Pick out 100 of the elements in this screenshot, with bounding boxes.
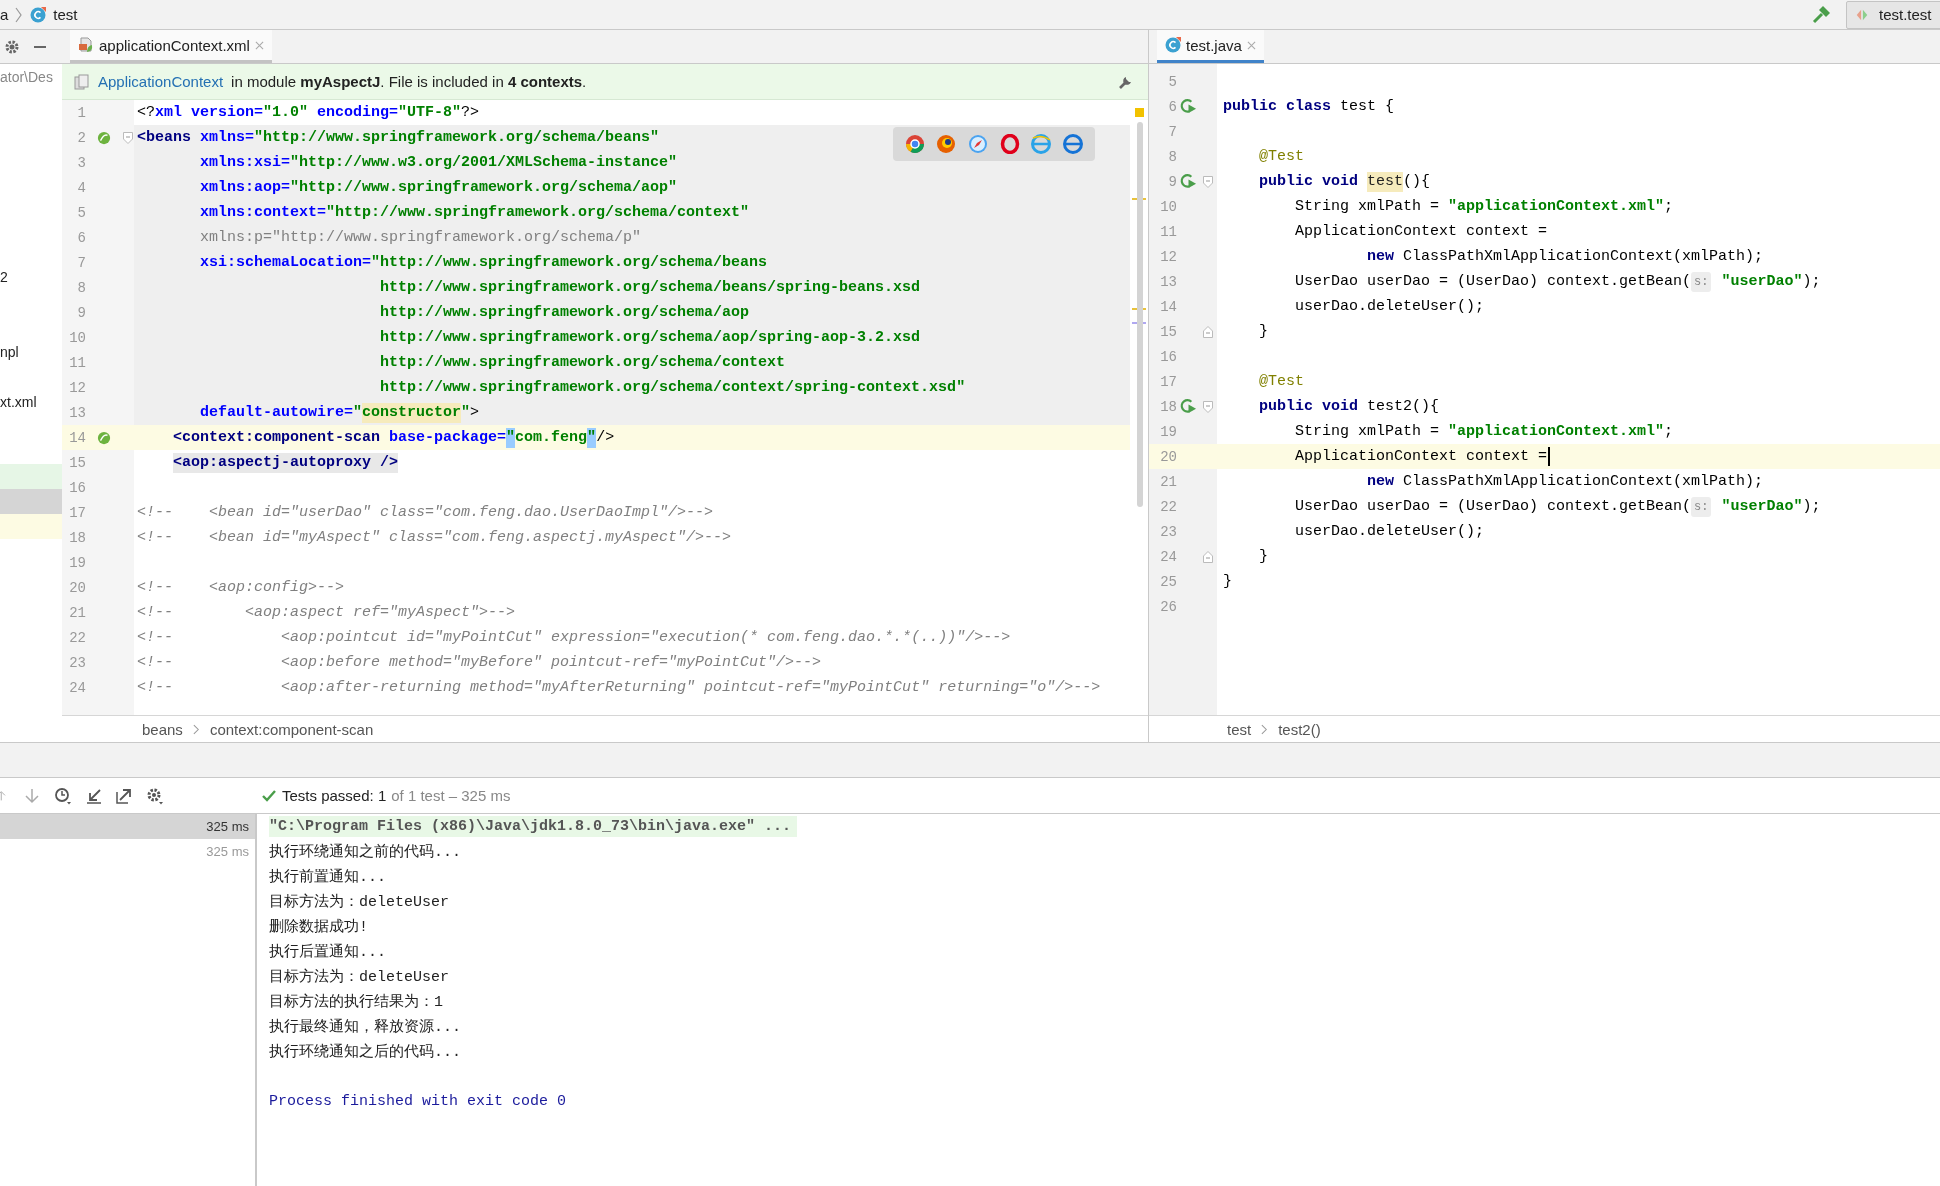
tree-item[interactable]: xt.xml bbox=[0, 393, 37, 410]
scrollbar-thumb[interactable] bbox=[1137, 122, 1143, 507]
line-number: 23 bbox=[1159, 523, 1177, 540]
line-number: 24 bbox=[68, 679, 86, 696]
export-icon[interactable] bbox=[116, 787, 132, 804]
run-test-icon[interactable] bbox=[1179, 173, 1197, 190]
chevron-icon bbox=[15, 6, 24, 23]
test-tree-row[interactable]: 325 ms bbox=[0, 814, 255, 839]
bean-icon[interactable] bbox=[97, 430, 111, 445]
arrow-down-icon[interactable] bbox=[24, 787, 40, 804]
breadcrumb-item[interactable]: context:component-scan bbox=[209, 720, 374, 738]
tab-title: test.java bbox=[1186, 36, 1242, 54]
line-number: 9 bbox=[1167, 173, 1177, 190]
bean-icon[interactable] bbox=[97, 130, 111, 145]
code-line: <!-- <bean id="myAspect" class="com.feng.aspectj.myAspect"/>--> bbox=[137, 527, 732, 548]
settings-icon[interactable] bbox=[146, 786, 164, 805]
tree-item[interactable]: npl bbox=[0, 343, 19, 360]
line-number: 17 bbox=[1159, 373, 1177, 390]
console-output: 执行前置通知... bbox=[269, 867, 386, 886]
line-number: 3 bbox=[76, 154, 86, 171]
breadcrumb-item[interactable]: beans bbox=[142, 720, 183, 738]
close-icon[interactable] bbox=[254, 40, 264, 50]
code-line: <!-- <aop:before method="myBefore" pointcut-ref="myPointCut"/>--> bbox=[137, 652, 822, 673]
line-number: 11 bbox=[1159, 223, 1177, 240]
console-exit-message: Process finished with exit code 0 bbox=[269, 1093, 567, 1110]
line-number: 10 bbox=[1159, 198, 1177, 215]
close-icon[interactable] bbox=[1246, 40, 1256, 50]
breadcrumb-item[interactable]: test2() bbox=[1278, 720, 1321, 738]
code-line: default-autowire="constructor"> bbox=[200, 402, 480, 423]
code-line: xmlns:p="http://www.springframework.org/schema/p" bbox=[200, 227, 642, 248]
code-line: <!-- <aop:config>--> bbox=[137, 577, 345, 598]
line-number: 10 bbox=[68, 329, 86, 346]
run-test-icon[interactable] bbox=[1179, 98, 1197, 115]
browser-icon[interactable] bbox=[1063, 134, 1084, 154]
code-line: new ClassPathXmlApplicationContext(xmlPath); bbox=[1367, 471, 1764, 492]
code-line: <!-- <bean id="userDao" class="com.feng.dao.UserDaoImpl"/>--> bbox=[137, 502, 714, 523]
run-configuration-dropdown[interactable]: test.test bbox=[1846, 0, 1940, 29]
line-number: 19 bbox=[68, 554, 86, 571]
console-output: 目标方法为：deleteUser bbox=[269, 892, 449, 911]
line-number: 8 bbox=[76, 279, 86, 296]
code-line: http://www.springframework.org/schema/aop bbox=[380, 302, 750, 323]
code-line: xsi:schemaLocation="http://www.springframework.org/schema/beans bbox=[200, 252, 768, 273]
code-line: public class test { bbox=[1223, 96, 1395, 117]
line-number: 12 bbox=[1159, 248, 1177, 265]
history-icon[interactable] bbox=[54, 786, 72, 805]
line-number: 15 bbox=[1159, 323, 1177, 340]
line-number: 22 bbox=[1159, 498, 1177, 515]
browser-icon[interactable] bbox=[936, 134, 957, 154]
code-line: <?xml version="1.0" encoding="UTF-8"?> bbox=[137, 102, 480, 123]
run-test-icon[interactable] bbox=[1179, 398, 1197, 415]
compass-icon[interactable] bbox=[968, 134, 989, 154]
code-line: } bbox=[1223, 571, 1232, 592]
code-line: public void test(){ bbox=[1259, 171, 1431, 192]
fold-marker-icon[interactable] bbox=[1203, 400, 1213, 413]
code-line: userDao.deleteUser(); bbox=[1295, 521, 1485, 542]
breadcrumb-item[interactable]: test bbox=[1227, 720, 1252, 738]
fold-marker-icon[interactable] bbox=[1203, 175, 1213, 188]
code-line: } bbox=[1259, 321, 1268, 342]
tree-item[interactable]: ator\Des bbox=[0, 68, 53, 85]
code-line: <!-- <aop:pointcut id="myPointCut" expression="execution(* com.feng.dao.*.*(..))"/>--> bbox=[137, 627, 1011, 648]
line-number: 20 bbox=[68, 579, 86, 596]
line-number: 26 bbox=[1159, 598, 1177, 615]
code-line: UserDao userDao = (UserDao) context.getBean( s: "userDao"); bbox=[1295, 496, 1821, 517]
ring-icon[interactable] bbox=[999, 134, 1020, 154]
line-number: 6 bbox=[76, 229, 86, 246]
breadcrumb-item[interactable]: test bbox=[53, 6, 78, 23]
line-number: 16 bbox=[68, 479, 86, 496]
line-number: 13 bbox=[68, 404, 86, 421]
editor-tab[interactable]: test.java bbox=[1157, 30, 1264, 63]
line-number: 24 bbox=[1159, 548, 1177, 565]
line-number: 5 bbox=[1167, 73, 1177, 90]
line-number: 1 bbox=[76, 104, 86, 121]
code-line: ApplicationContext context = bbox=[1295, 221, 1548, 242]
import-icon[interactable] bbox=[86, 787, 102, 804]
chevron-icon bbox=[1261, 723, 1269, 735]
line-number: 22 bbox=[68, 629, 86, 646]
settings-icon[interactable] bbox=[4, 38, 20, 55]
code-line: String xmlPath = "applicationContext.xml"; bbox=[1295, 421, 1674, 442]
editor-tab[interactable]: applicationContext.xml bbox=[70, 30, 272, 63]
line-number: 17 bbox=[68, 504, 86, 521]
code-line: http://www.springframework.org/schema/context bbox=[380, 352, 786, 373]
banner-link[interactable]: ApplicationContext bbox=[98, 73, 224, 90]
code-line: @Test bbox=[1259, 146, 1304, 167]
browser-icon[interactable] bbox=[904, 134, 925, 154]
line-number: 13 bbox=[1159, 273, 1177, 290]
code-line: userDao.deleteUser(); bbox=[1295, 296, 1485, 317]
fold-marker-icon[interactable] bbox=[123, 131, 133, 144]
xml-file-icon bbox=[78, 37, 94, 53]
code-line: xmlns:xsi="http://www.w3.org/2001/XMLSchema-instance" bbox=[200, 152, 678, 173]
line-number: 18 bbox=[1159, 398, 1177, 415]
hammer-icon[interactable] bbox=[1811, 4, 1831, 25]
code-line: http://www.springframework.org/schema/beans/spring-beans.xsd bbox=[380, 277, 921, 298]
class-icon bbox=[30, 6, 47, 23]
fold-marker-icon[interactable] bbox=[1203, 550, 1213, 563]
console-output: 执行环绕通知之前的代码... bbox=[269, 842, 461, 861]
line-number: 21 bbox=[68, 604, 86, 621]
line-number: 16 bbox=[1159, 348, 1177, 365]
fold-marker-icon[interactable] bbox=[1203, 325, 1213, 338]
breadcrumb-item[interactable]: a bbox=[0, 6, 9, 23]
tree-item[interactable]: 2 bbox=[0, 268, 8, 285]
